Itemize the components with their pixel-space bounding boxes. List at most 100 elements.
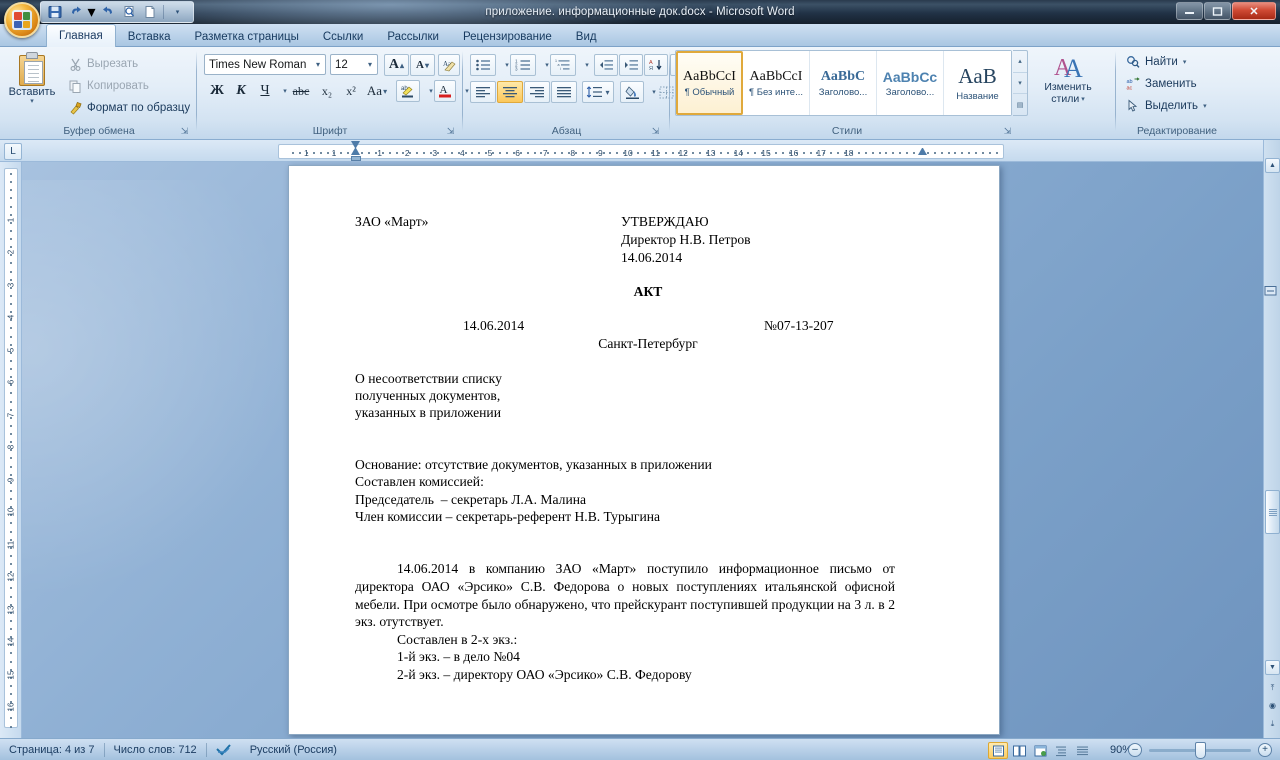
draft-view-button[interactable] bbox=[1072, 742, 1092, 759]
font-size-arrow[interactable]: ▾ bbox=[363, 60, 377, 69]
new-doc-icon[interactable] bbox=[140, 3, 159, 21]
change-styles-button[interactable]: AA Изменить стили ▾ bbox=[1037, 51, 1099, 105]
status-language[interactable]: Русский (Россия) bbox=[241, 739, 346, 760]
select-button[interactable]: Выделить ▾ bbox=[1123, 96, 1210, 116]
highlight-color-button[interactable]: ab bbox=[396, 80, 420, 102]
redo-icon[interactable] bbox=[98, 3, 117, 21]
scroll-down-button[interactable]: ▼ bbox=[1265, 660, 1280, 675]
styles-dialog-launcher[interactable]: ⇲ bbox=[1002, 126, 1013, 137]
tab-mailings[interactable]: Рассылки bbox=[375, 26, 451, 47]
justify-icon[interactable] bbox=[551, 81, 577, 103]
find-button[interactable]: Найти ▾ bbox=[1123, 52, 1189, 72]
minimize-button[interactable] bbox=[1176, 2, 1203, 20]
tab-references[interactable]: Ссылки bbox=[311, 26, 376, 47]
find-dropdown-arrow[interactable]: ▾ bbox=[1183, 58, 1187, 66]
grow-font-button[interactable]: A ▴ bbox=[384, 54, 409, 76]
bold-button[interactable]: Ж bbox=[206, 80, 228, 102]
proofing-status[interactable] bbox=[207, 739, 241, 760]
subscript-button[interactable]: x₂ bbox=[316, 80, 338, 102]
styles-scroll-down-button[interactable]: ▾ bbox=[1013, 73, 1027, 95]
font-dialog-launcher[interactable]: ⇲ bbox=[445, 126, 456, 137]
copy-button[interactable]: Копировать bbox=[66, 76, 152, 96]
tab-page-layout[interactable]: Разметка страницы bbox=[183, 26, 311, 47]
save-icon[interactable] bbox=[45, 3, 64, 21]
previous-page-button[interactable]: ⤒ bbox=[1265, 680, 1280, 695]
zoom-in-button[interactable]: + bbox=[1258, 743, 1272, 757]
office-button[interactable] bbox=[4, 2, 40, 38]
styles-scroll-up-button[interactable]: ▴ bbox=[1013, 51, 1027, 73]
clear-formatting-icon[interactable]: Aa bbox=[438, 54, 460, 76]
tab-stop-selector[interactable]: L bbox=[4, 143, 22, 160]
change-case-button[interactable]: Aa ▾ bbox=[364, 80, 390, 102]
sort-icon[interactable]: АЯ bbox=[644, 54, 668, 76]
shrink-font-button[interactable]: A ▾ bbox=[410, 54, 435, 76]
clipboard-dialog-launcher[interactable]: ⇲ bbox=[179, 126, 190, 137]
right-indent-marker[interactable] bbox=[918, 148, 927, 155]
maximize-button[interactable] bbox=[1204, 2, 1231, 20]
style-heading-2[interactable]: AaBbCc Заголово... bbox=[877, 51, 944, 115]
next-page-button[interactable]: ⤓ bbox=[1265, 716, 1280, 731]
shading-icon[interactable] bbox=[620, 81, 644, 103]
document-page[interactable]: ЗАО «Март» УТВЕРЖДАЮ Директор Н.В. Петро… bbox=[288, 165, 1000, 735]
change-styles-arrow[interactable]: ▾ bbox=[1081, 95, 1085, 103]
web-layout-view-button[interactable] bbox=[1030, 742, 1050, 759]
minimize-ribbon-icon[interactable] bbox=[1262, 282, 1278, 298]
bullet-list-icon[interactable] bbox=[470, 54, 496, 76]
outline-view-button[interactable] bbox=[1051, 742, 1071, 759]
zoom-slider-track[interactable] bbox=[1149, 741, 1251, 759]
hanging-indent-marker[interactable] bbox=[351, 148, 360, 155]
left-indent-marker[interactable] bbox=[351, 156, 361, 161]
align-left-icon[interactable] bbox=[470, 81, 496, 103]
full-screen-reading-view-button[interactable] bbox=[1009, 742, 1029, 759]
zoom-out-button[interactable]: – bbox=[1128, 743, 1142, 757]
style-title[interactable]: AaB Название bbox=[944, 51, 1011, 115]
customize-qat-icon[interactable]: ▾ bbox=[168, 3, 187, 21]
align-center-icon[interactable] bbox=[497, 81, 523, 103]
status-page[interactable]: Страница: 4 из 7 bbox=[0, 739, 104, 760]
style-no-spacing[interactable]: AaBbCcI ¶ Без инте... bbox=[743, 51, 810, 115]
tab-home[interactable]: Главная bbox=[46, 24, 116, 47]
paste-button[interactable]: Вставить ▾ bbox=[6, 50, 58, 118]
style-heading-1[interactable]: AaBbC Заголово... bbox=[810, 51, 877, 115]
font-name-arrow[interactable]: ▾ bbox=[311, 60, 325, 69]
cut-button[interactable]: Вырезать bbox=[66, 54, 141, 74]
underline-button[interactable]: Ч bbox=[254, 80, 276, 102]
undo-dropdown-arrow[interactable]: ▾ bbox=[87, 3, 96, 21]
align-right-icon[interactable] bbox=[524, 81, 550, 103]
document-text[interactable]: ЗАО «Март» УТВЕРЖДАЮ Директор Н.В. Петро… bbox=[289, 166, 999, 734]
line-spacing-icon[interactable]: ▾ bbox=[582, 81, 614, 103]
tab-view[interactable]: Вид bbox=[564, 26, 609, 47]
font-name-combo[interactable]: Times New Roman ▾ bbox=[204, 54, 326, 75]
vertical-ruler-strip[interactable]: 1 2 3 4 5 6 7 8 9 10 11 12 13 14 15 16 bbox=[4, 168, 18, 728]
numbered-list-icon[interactable]: 123 bbox=[510, 54, 536, 76]
styles-more-button[interactable]: ▤ bbox=[1013, 94, 1027, 115]
scroll-up-button[interactable]: ▲ bbox=[1265, 158, 1280, 173]
style-normal[interactable]: AaBbCcI ¶ Обычный bbox=[676, 51, 743, 115]
tab-review[interactable]: Рецензирование bbox=[451, 26, 564, 47]
horizontal-ruler-strip[interactable]: 11123456789101112131415161718 bbox=[278, 144, 1004, 159]
vertical-ruler[interactable]: 1 2 3 4 5 6 7 8 9 10 11 12 13 14 15 16 bbox=[0, 162, 22, 738]
paste-dropdown-arrow[interactable]: ▾ bbox=[30, 97, 34, 105]
zoom-slider-thumb[interactable] bbox=[1195, 741, 1206, 759]
print-layout-view-button[interactable] bbox=[988, 742, 1008, 759]
select-dropdown-arrow[interactable]: ▾ bbox=[1203, 102, 1207, 110]
horizontal-ruler[interactable]: L 11123456789101112131415161718 bbox=[0, 140, 1280, 162]
increase-indent-icon[interactable] bbox=[619, 54, 643, 76]
close-button[interactable]: ✕ bbox=[1232, 2, 1276, 20]
status-word-count[interactable]: Число слов: 712 bbox=[105, 739, 206, 760]
format-painter-button[interactable]: Формат по образцу bbox=[66, 98, 193, 118]
superscript-button[interactable]: x² bbox=[340, 80, 362, 102]
tab-insert[interactable]: Вставка bbox=[116, 26, 183, 47]
undo-icon[interactable] bbox=[66, 3, 85, 21]
vertical-scrollbar[interactable]: ▲ ▼ ⤒ ◉ ⤓ bbox=[1263, 140, 1280, 738]
italic-button[interactable]: К bbox=[230, 80, 252, 102]
paragraph-dialog-launcher[interactable]: ⇲ bbox=[650, 126, 661, 137]
strikethrough-button[interactable]: abc bbox=[288, 80, 314, 102]
first-line-indent-marker[interactable] bbox=[351, 141, 360, 148]
font-size-combo[interactable]: 12 ▾ bbox=[330, 54, 378, 75]
multilevel-list-icon[interactable]: 1ai bbox=[550, 54, 576, 76]
scrollbar-thumb[interactable] bbox=[1265, 490, 1280, 534]
replace-button[interactable]: ab ac Заменить bbox=[1123, 74, 1200, 94]
decrease-indent-icon[interactable] bbox=[594, 54, 618, 76]
select-browse-object-button[interactable]: ◉ bbox=[1265, 698, 1280, 713]
